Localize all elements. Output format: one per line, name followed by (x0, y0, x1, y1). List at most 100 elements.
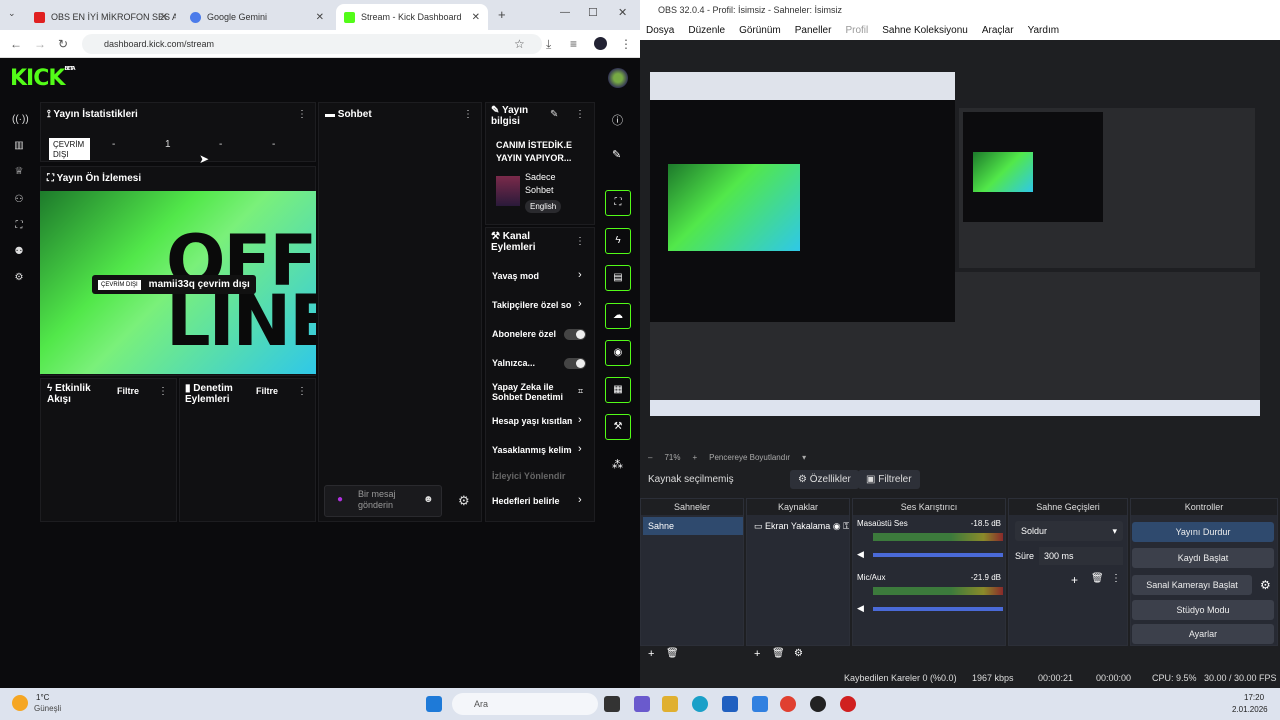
gear-icon[interactable]: ⚙ (1260, 578, 1271, 592)
community-icon[interactable]: ⚇ (12, 194, 26, 208)
start-virtual-camera-button[interactable]: Sanal Kamerayı Başlat (1132, 575, 1252, 595)
subscribers-toggle[interactable] (564, 329, 586, 340)
forward-icon[interactable]: → (34, 37, 46, 51)
obs-icon[interactable] (810, 696, 826, 712)
download-icon[interactable]: ⤓ (546, 37, 551, 52)
edge-icon[interactable] (692, 696, 708, 712)
zoom-minus[interactable]: – (648, 453, 652, 462)
studio-mode-button[interactable]: Stüdyo Modu (1132, 600, 1274, 620)
clip-icon[interactable]: ⛶ (605, 190, 631, 216)
menu-icon[interactable]: ⋮ (620, 37, 632, 51)
more-actions-icon[interactable]: ⁂ (612, 458, 623, 471)
menu-edit[interactable]: Düzenle (688, 25, 725, 36)
document-icon[interactable]: ▤ (605, 265, 631, 291)
goals-item[interactable]: Hedefleri belirle (492, 496, 572, 506)
stop-streaming-button[interactable]: Yayını Durdur (1132, 522, 1274, 542)
mic-icon[interactable]: ● (337, 494, 343, 505)
add-scene-icon[interactable]: + (648, 648, 654, 660)
filter-button[interactable]: Filtre (256, 386, 278, 397)
wrench-icon[interactable]: ⚒ (605, 414, 631, 440)
analytics-icon[interactable]: ▥ (12, 140, 26, 154)
new-tab-icon[interactable]: + (498, 7, 506, 22)
speaker-icon[interactable]: ◀ (857, 603, 864, 614)
chat-input[interactable]: ● Bir mesaj gönderin ☻ (324, 485, 442, 517)
source-item[interactable]: ▭ Ekran Yakalama ◉ ⚿ (749, 517, 849, 535)
app-icon[interactable] (634, 696, 650, 712)
trophy-icon[interactable]: ♕ (12, 166, 26, 180)
close-icon[interactable]: ✕ (316, 12, 324, 23)
settings-icon[interactable]: ⚙ (12, 272, 26, 286)
scene-item[interactable]: Sahne (643, 517, 743, 535)
chevron-right-icon[interactable]: › (578, 494, 582, 506)
add-icon[interactable]: + (1071, 573, 1078, 587)
properties-button[interactable]: ⚙ Özellikler (790, 470, 859, 489)
tab-gemini[interactable]: Google Gemini ✕ (182, 4, 332, 30)
trash-icon[interactable]: 🗑 (1091, 573, 1104, 584)
transition-select[interactable]: Soldur ▾ (1015, 521, 1123, 541)
tab-obs-video[interactable]: OBS EN İYİ MİKROFON SES AY ✕ (26, 4, 176, 30)
user-avatar[interactable] (608, 68, 628, 88)
close-icon[interactable]: ✕ (160, 12, 168, 23)
source-properties-icon[interactable]: ⚙ (794, 648, 803, 659)
layout-icon[interactable]: ▦ (605, 377, 631, 403)
pencil-icon[interactable]: ✎ (612, 148, 621, 161)
taskview-icon[interactable] (604, 696, 620, 712)
chevron-down-icon[interactable]: ▾ (802, 453, 806, 462)
chevron-right-icon[interactable]: › (578, 269, 582, 281)
stream-icon[interactable]: ((·)) (12, 114, 29, 128)
url-field[interactable]: dashboard.kick.com/stream (82, 34, 542, 54)
more-icon[interactable]: ⋮ (575, 109, 585, 120)
more-icon[interactable]: ⋮ (575, 236, 585, 247)
speaker-icon[interactable]: ◀ (857, 549, 864, 560)
kick-logo[interactable]: KICKBETA (10, 66, 76, 91)
windows-start-icon[interactable] (426, 696, 442, 712)
app-red-icon[interactable] (840, 696, 856, 712)
menu-view[interactable]: Görünüm (739, 25, 781, 36)
chat-bubble-icon[interactable]: ☁ (605, 303, 631, 329)
edit-icon[interactable]: ✎ (550, 109, 558, 120)
slow-mode-item[interactable]: Yavaş mod (492, 271, 572, 281)
menu-tools[interactable]: Araçlar (982, 25, 1014, 36)
duration-input[interactable]: 300 ms (1039, 547, 1123, 565)
close-icon[interactable]: ✕ (472, 12, 480, 23)
more-icon[interactable]: ⋮ (158, 386, 168, 397)
emoji-icon[interactable]: ☻ (423, 494, 434, 505)
ai-moderation-item[interactable]: Yapay Zeka ile Sohbet Denetimi (492, 382, 572, 402)
banned-words-item[interactable]: Yasaklanmış kelimeler (492, 445, 572, 455)
weather-icon[interactable] (12, 695, 28, 711)
close-window-icon[interactable]: ✕ (618, 6, 627, 19)
bookmark-icon[interactable]: ☆ (514, 37, 525, 51)
more-icon[interactable]: ⋮ (1111, 573, 1121, 584)
profile-avatar[interactable] (594, 37, 607, 50)
more-icon[interactable]: ⋮ (297, 109, 307, 120)
broadcast-icon[interactable]: ◉ (605, 340, 631, 366)
info-icon[interactable]: ⓘ (612, 112, 623, 128)
bolt-icon[interactable]: ϟ (605, 228, 631, 254)
volume-slider[interactable] (873, 607, 1003, 611)
users-icon[interactable]: ⚉ (12, 246, 26, 260)
zoom-plus[interactable]: + (692, 453, 697, 462)
back-icon[interactable]: ← (10, 37, 22, 51)
obs-preview-canvas[interactable] (650, 72, 1260, 416)
filter-button[interactable]: Filtre (117, 386, 139, 397)
chat-settings-icon[interactable]: ⚙ (458, 493, 470, 509)
maximize-icon[interactable]: ☐ (588, 6, 598, 19)
clips-icon[interactable]: ⛶ (12, 220, 26, 234)
menu-docks[interactable]: Paneller (795, 25, 832, 36)
remove-scene-icon[interactable]: 🗑 (666, 648, 679, 659)
volume-slider[interactable] (873, 553, 1003, 557)
menu-help[interactable]: Yardım (1028, 25, 1060, 36)
chevron-right-icon[interactable]: › (578, 414, 582, 426)
add-source-icon[interactable]: + (754, 648, 760, 660)
chrome-icon[interactable] (780, 696, 796, 712)
settings-button[interactable]: Ayarlar (1132, 624, 1274, 644)
store-icon[interactable] (722, 696, 738, 712)
emotes-toggle[interactable] (564, 358, 586, 369)
chevron-right-icon[interactable]: › (578, 298, 582, 310)
taskbar-search[interactable]: Ara (452, 693, 598, 715)
more-icon[interactable]: ⋮ (297, 386, 307, 397)
stream-preview[interactable]: OFF LINE ÇEVRİM DIŞI mamii33q çevrim dış… (40, 191, 316, 374)
menu-file[interactable]: Dosya (646, 25, 674, 36)
followers-only-item[interactable]: Takipçilere özel sohbet (492, 300, 572, 310)
tab-search-icon[interactable]: ⌄ (8, 8, 16, 19)
